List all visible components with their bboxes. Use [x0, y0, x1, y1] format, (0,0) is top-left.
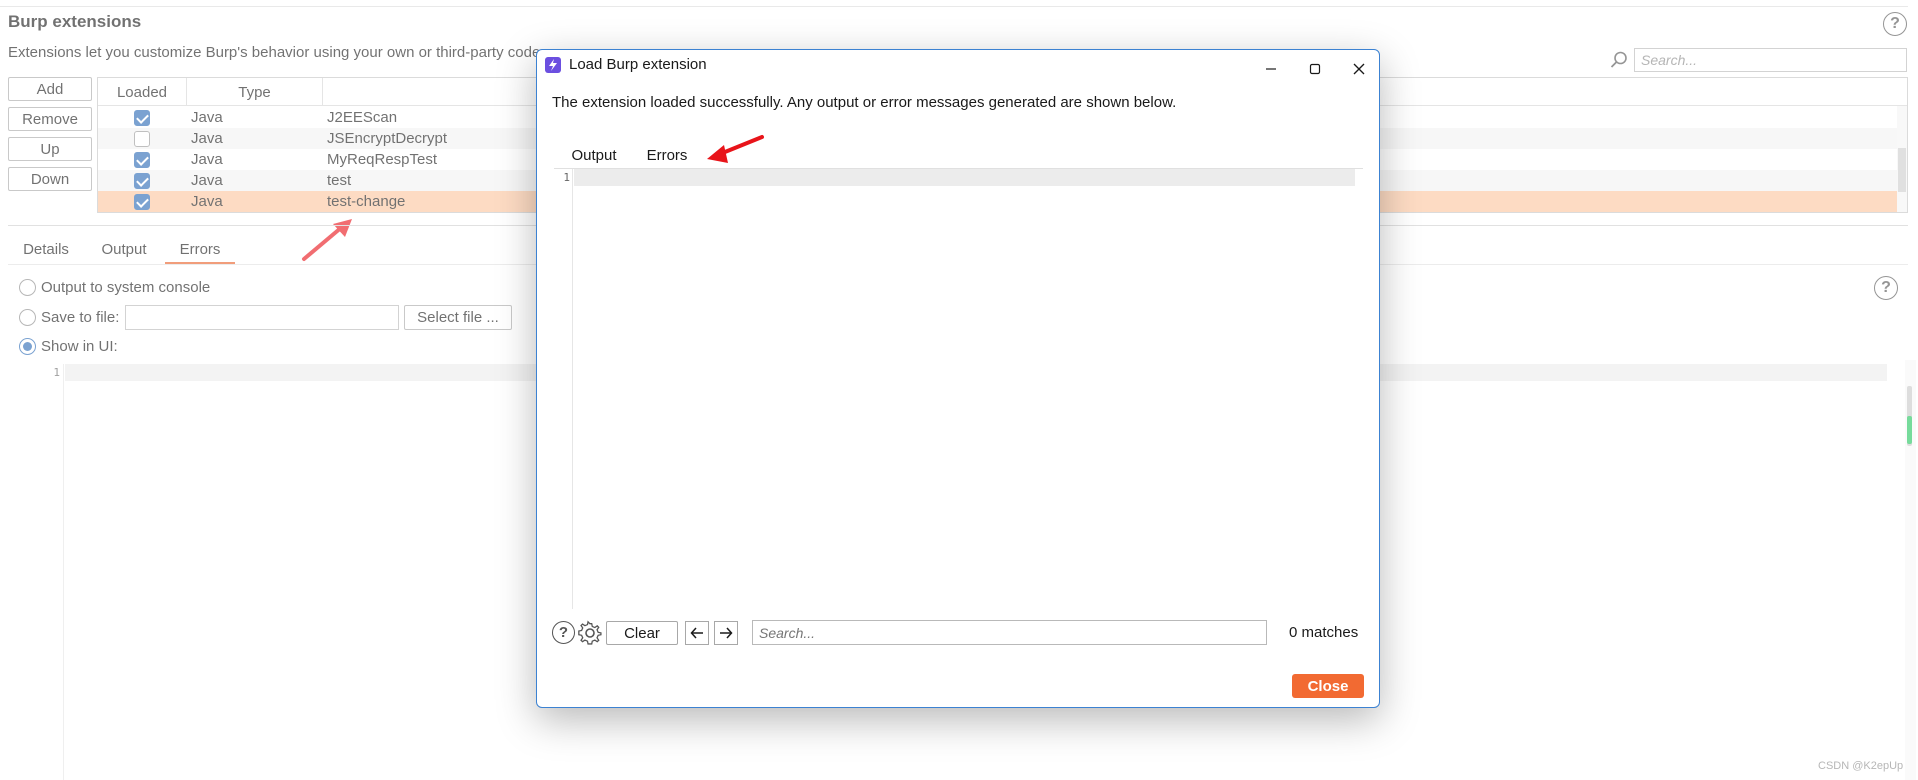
close-button[interactable]: Close [1292, 674, 1364, 698]
maximize-icon[interactable] [1297, 56, 1333, 82]
dialog-message: The extension loaded successfully. Any o… [552, 94, 1177, 111]
load-extension-dialog: Load Burp extension The extension loaded… [536, 49, 1380, 708]
line-gutter: 1 [554, 169, 573, 609]
settings-icon[interactable] [577, 620, 603, 646]
burp-logo-icon [545, 57, 561, 73]
help-icon[interactable]: ? [552, 621, 575, 644]
annotation-arrow [707, 135, 764, 163]
dialog-title: Load Burp extension [569, 56, 707, 73]
dialog-search-input[interactable] [752, 620, 1267, 645]
clear-button[interactable]: Clear [606, 621, 678, 645]
minimize-icon[interactable] [1253, 56, 1289, 82]
close-icon[interactable] [1341, 56, 1377, 82]
current-line-highlight [574, 169, 1355, 186]
arrow-left-icon[interactable] [685, 621, 709, 645]
arrow-right-icon[interactable] [714, 621, 738, 645]
match-count: 0 matches [1289, 624, 1359, 641]
dialog-tab-output[interactable]: Output [562, 144, 626, 170]
dialog-errors-editor[interactable]: 1 [554, 169, 1355, 609]
dialog-tab-errors[interactable]: Errors [632, 144, 702, 170]
line-number: 1 [563, 171, 570, 184]
